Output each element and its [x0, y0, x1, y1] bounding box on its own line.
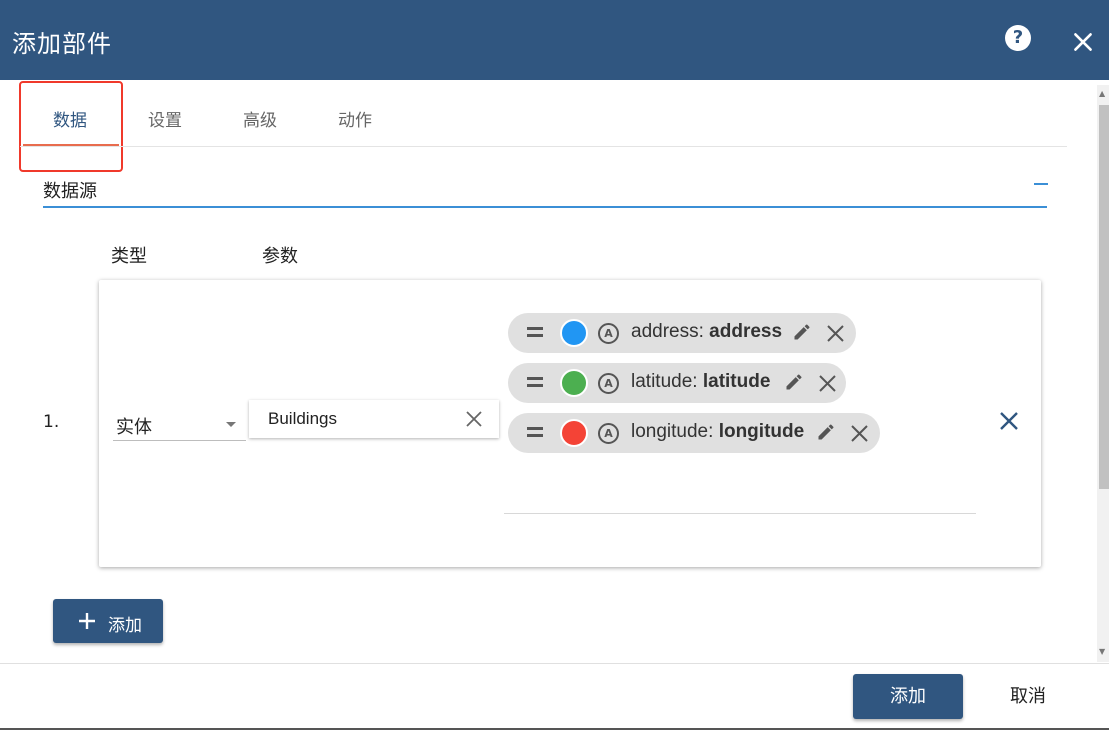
- remove-datasource-icon[interactable]: [998, 410, 1020, 432]
- key-color-dot[interactable]: [560, 369, 588, 397]
- data-key-chip-longitude[interactable]: A longitude: longitude: [508, 413, 880, 453]
- remove-key-icon[interactable]: [850, 424, 869, 443]
- clear-icon[interactable]: [465, 410, 483, 428]
- column-label-params: 参数: [262, 246, 298, 267]
- key-color-dot[interactable]: [560, 319, 588, 347]
- remove-key-icon[interactable]: [826, 324, 845, 343]
- dialog-header: 添加部件 ?: [0, 0, 1109, 80]
- datasource-row-index: 1.: [43, 412, 60, 432]
- data-key-text: longitude: longitude: [631, 421, 805, 442]
- datasource-type-value: 实体: [116, 417, 152, 438]
- column-label-type: 类型: [111, 246, 147, 267]
- section-divider: [43, 206, 1047, 208]
- drag-handle-icon[interactable]: [527, 427, 543, 437]
- scroll-up-icon[interactable]: ▲: [1099, 90, 1107, 98]
- datasource-type-select[interactable]: 实体: [113, 410, 246, 441]
- attribute-icon: A: [598, 423, 619, 444]
- data-key-text: latitude: latitude: [631, 371, 771, 392]
- edit-icon[interactable]: [784, 372, 804, 392]
- add-widget-button[interactable]: 添加: [853, 674, 963, 719]
- dialog-title: 添加部件: [12, 30, 112, 58]
- tab-advanced[interactable]: 高级: [243, 106, 277, 131]
- tab-settings[interactable]: 设置: [148, 106, 182, 131]
- edit-icon[interactable]: [816, 422, 836, 442]
- data-key-chip-address[interactable]: A address: address: [508, 313, 856, 353]
- data-keys-input-underline[interactable]: [504, 513, 976, 514]
- edit-icon[interactable]: [792, 322, 812, 342]
- close-icon[interactable]: [1070, 29, 1096, 55]
- add-datasource-button[interactable]: 添加: [53, 599, 163, 643]
- entity-alias-value: Buildings: [268, 409, 337, 428]
- key-color-dot[interactable]: [560, 419, 588, 447]
- scrollbar-thumb[interactable]: [1099, 105, 1109, 489]
- drag-handle-icon[interactable]: [527, 377, 543, 387]
- chevron-down-icon: [226, 422, 236, 427]
- attribute-icon: A: [598, 323, 619, 344]
- tab-divider: [20, 146, 1067, 147]
- minus-icon[interactable]: [1034, 183, 1048, 185]
- plus-icon: [79, 613, 95, 629]
- drag-handle-icon[interactable]: [527, 327, 543, 337]
- tab-actions[interactable]: 动作: [338, 106, 372, 131]
- data-key-text: address: address: [631, 321, 783, 342]
- remove-key-icon[interactable]: [818, 374, 837, 393]
- footer-divider: [0, 663, 1109, 664]
- tab-highlight-box: [19, 81, 123, 172]
- entity-alias-input[interactable]: Buildings: [249, 400, 499, 438]
- data-key-chip-latitude[interactable]: A latitude: latitude: [508, 363, 846, 403]
- attribute-icon: A: [598, 373, 619, 394]
- help-icon[interactable]: ?: [1005, 25, 1031, 51]
- scroll-down-icon[interactable]: ▼: [1099, 648, 1107, 656]
- cancel-button[interactable]: 取消: [988, 674, 1068, 719]
- datasource-section-title: 数据源: [43, 181, 97, 202]
- add-datasource-label: 添加: [108, 616, 142, 636]
